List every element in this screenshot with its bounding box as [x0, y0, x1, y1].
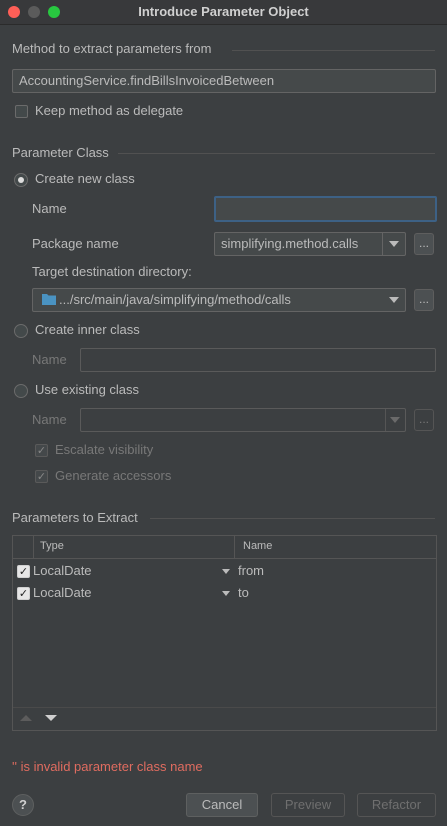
error-message: '' is invalid parameter class name: [12, 759, 203, 774]
package-dropdown-arrow-icon[interactable]: [389, 241, 399, 247]
use-existing-class-label: Use existing class: [35, 382, 140, 397]
generate-accessors-label: Generate accessors: [55, 468, 172, 483]
row-include-checkbox[interactable]: ✓: [17, 565, 30, 578]
package-name-value: simplifying.method.calls: [221, 236, 359, 251]
row-include-checkbox[interactable]: ✓: [17, 587, 30, 600]
folder-icon: [42, 294, 56, 305]
method-section-divider: [232, 50, 435, 51]
generate-accessors-checkbox: ✓: [35, 470, 48, 483]
method-field: AccountingService.findBillsInvoicedBetwe…: [12, 69, 436, 93]
create-new-class-radio[interactable]: [14, 173, 28, 187]
column-header-name[interactable]: Name: [243, 540, 272, 552]
create-inner-class-label: Create inner class: [35, 322, 140, 337]
existing-dropdown-divider: [385, 409, 386, 431]
target-dir-select[interactable]: .../src/main/java/simplifying/method/cal…: [32, 288, 406, 312]
move-down-icon[interactable]: [44, 713, 58, 723]
parameter-class-divider: [118, 153, 435, 154]
method-section-title: Method to extract parameters from: [12, 41, 212, 56]
target-dir-label: Target destination directory:: [32, 264, 192, 279]
keep-delegate-checkbox[interactable]: [15, 105, 28, 118]
row-name[interactable]: to: [238, 585, 249, 600]
row-type-dropdown-icon[interactable]: [222, 569, 230, 574]
package-dropdown-divider: [382, 233, 383, 255]
target-dir-dropdown-arrow-icon[interactable]: [389, 297, 399, 303]
create-inner-class-radio[interactable]: [14, 324, 28, 338]
column-header-type[interactable]: Type: [40, 540, 64, 552]
refactor-button[interactable]: Refactor: [357, 793, 436, 817]
class-name-input[interactable]: [214, 196, 437, 222]
inner-class-name-input: [80, 348, 436, 372]
escalate-visibility-label: Escalate visibility: [55, 442, 154, 457]
package-name-label: Package name: [32, 236, 119, 251]
header-divider-2: [234, 536, 235, 558]
existing-dropdown-arrow-icon: [390, 417, 400, 423]
cancel-button[interactable]: Cancel: [186, 793, 258, 817]
parameters-section-divider: [150, 518, 435, 519]
target-dir-value: .../src/main/java/simplifying/method/cal…: [59, 292, 291, 307]
preview-button[interactable]: Preview: [271, 793, 345, 817]
table-header: [13, 536, 436, 559]
use-existing-class-radio[interactable]: [14, 384, 28, 398]
window-title: Introduce Parameter Object: [138, 4, 309, 19]
parameter-class-title: Parameter Class: [12, 145, 109, 160]
existing-browse-button: ...: [414, 409, 434, 431]
package-browse-button[interactable]: ...: [414, 233, 434, 255]
package-name-select[interactable]: simplifying.method.calls: [214, 232, 406, 256]
create-new-class-label: Create new class: [35, 171, 135, 186]
inner-name-label: Name: [32, 352, 67, 367]
header-divider-1: [33, 536, 34, 558]
existing-class-select: [80, 408, 406, 432]
escalate-visibility-checkbox: ✓: [35, 444, 48, 457]
target-dir-browse-button[interactable]: ...: [414, 289, 434, 311]
row-type[interactable]: LocalDate: [33, 585, 92, 600]
keep-delegate-label: Keep method as delegate: [35, 103, 184, 118]
move-up-icon[interactable]: [19, 713, 33, 723]
existing-name-label: Name: [32, 412, 67, 427]
row-name[interactable]: from: [238, 563, 264, 578]
row-type-dropdown-icon[interactable]: [222, 591, 230, 596]
row-type[interactable]: LocalDate: [33, 563, 92, 578]
help-button[interactable]: ?: [12, 794, 34, 816]
table-toolbar-divider: [13, 707, 436, 708]
name-label: Name: [32, 201, 67, 216]
parameters-section-title: Parameters to Extract: [12, 510, 138, 525]
